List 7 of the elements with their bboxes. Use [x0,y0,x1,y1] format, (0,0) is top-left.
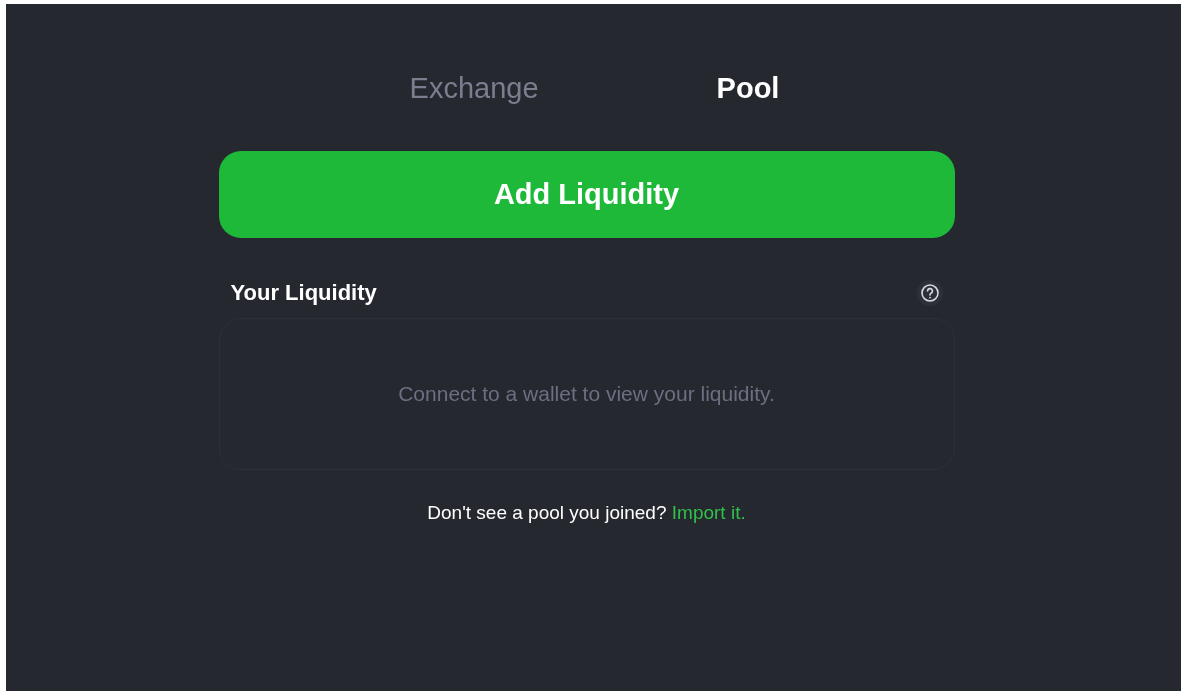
nav-tab[interactable]: Exchange [395,70,553,107]
nav-tab[interactable]: Pool [702,70,794,107]
import-prompt: Don't see a pool you joined? Import it. [426,502,747,524]
import-link[interactable]: Import it. [671,502,746,523]
section-title: Your Liquidity [230,280,377,306]
help-icon[interactable] [916,280,943,306]
empty-message: Connect to a wallet to view your liquidity. [398,382,775,406]
